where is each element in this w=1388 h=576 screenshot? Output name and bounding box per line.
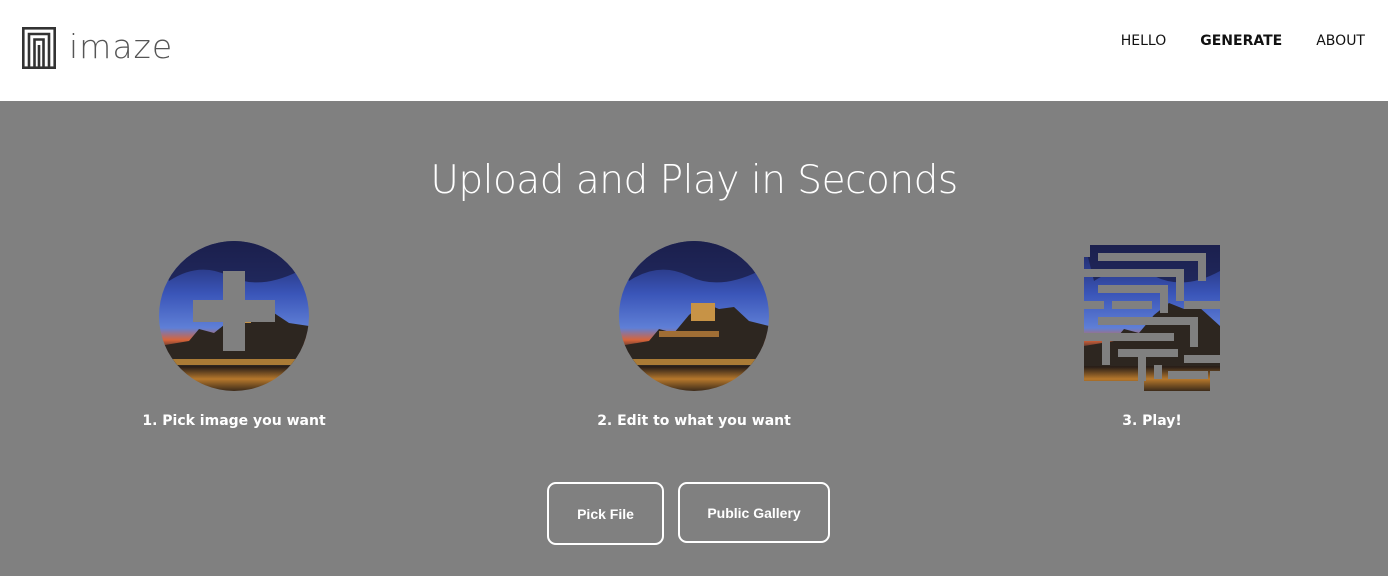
main-nav: HELLO GENERATE ABOUT (1087, 33, 1365, 49)
page-title: Upload and Play in Seconds (430, 158, 958, 203)
pick-file-button[interactable]: Pick File (547, 482, 664, 545)
step-label: 3. Play! (1122, 413, 1182, 429)
brand-name: imaze (69, 26, 174, 66)
maze-icon (1084, 241, 1220, 391)
image-circle (619, 241, 769, 391)
public-gallery-button[interactable]: Public Gallery (678, 482, 830, 543)
logo[interactable]: imaze (22, 27, 173, 69)
nav-item-about[interactable]: ABOUT (1316, 33, 1365, 49)
nav-item-generate[interactable]: GENERATE (1200, 33, 1282, 49)
step-label: 1. Pick image you want (142, 413, 326, 429)
plus-icon (159, 241, 309, 391)
site-header: imaze HELLO GENERATE ABOUT (0, 0, 1388, 101)
step-pick-image: 1. Pick image you want (104, 241, 364, 429)
step-edit-image: 2. Edit to what you want (564, 241, 824, 429)
step-label: 2. Edit to what you want (597, 413, 791, 429)
maze-logo-icon (22, 27, 56, 69)
step-play: 3. Play! (1022, 241, 1282, 429)
nav-item-hello[interactable]: HELLO (1121, 33, 1167, 49)
